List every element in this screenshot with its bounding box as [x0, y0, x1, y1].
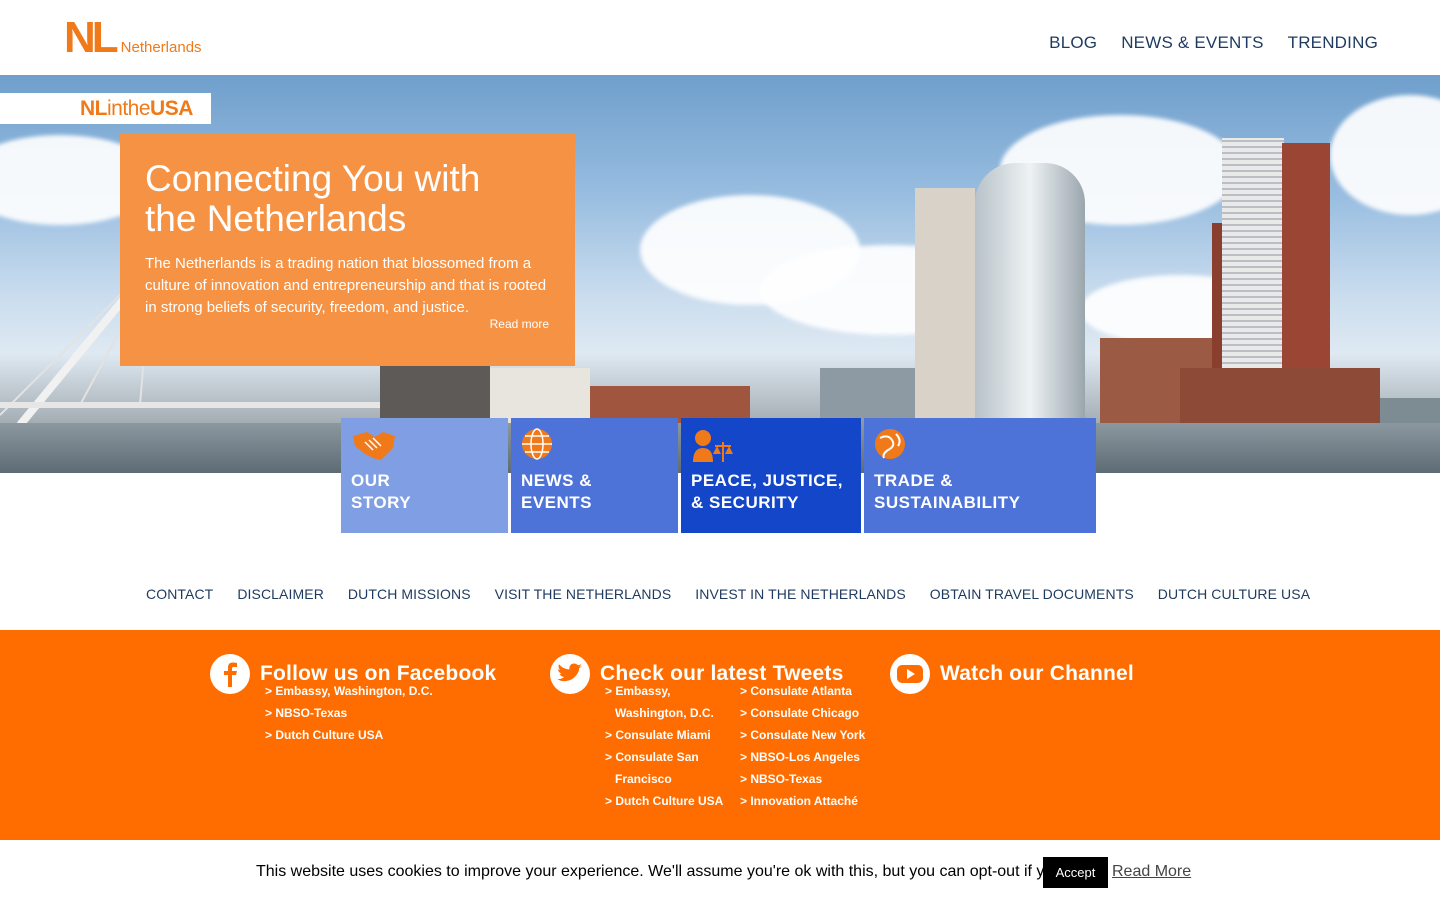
nav-news-events[interactable]: NEWS & EVENTS [1121, 33, 1263, 53]
twitter-icon[interactable] [550, 654, 590, 694]
globe-icon [522, 428, 552, 460]
tile-trade-sustainability[interactable]: TRADE & SUSTAINABILITY [864, 418, 1096, 533]
justice-icon [693, 430, 733, 462]
tile-our-story[interactable]: OUR STORY [341, 418, 508, 533]
footer-link-invest[interactable]: INVEST IN THE NETHERLANDS [695, 586, 905, 602]
badge-nl: NL [80, 97, 108, 120]
footer-link-visit[interactable]: VISIT THE NETHERLANDS [495, 586, 672, 602]
tile-label: OUR STORY [351, 471, 412, 512]
nl-in-the-usa-badge: NLintheUSA [0, 93, 211, 124]
hero-banner: NLintheUSA Connecting You with the Nethe… [0, 75, 1440, 473]
category-tiles: OUR STORY NEWS & EVENTS PEACE, JUSTICE, … [341, 418, 1096, 533]
logo-mark: NL [64, 13, 119, 62]
trade-globe-icon [875, 429, 905, 459]
twitter-link-innovation[interactable]: > Innovation Attaché [740, 790, 865, 812]
logo-text: Netherlands [120, 39, 202, 56]
youtube-column: Watch our Channel [890, 654, 1134, 694]
hero-body: The Netherlands is a trading nation that… [145, 255, 547, 316]
footer-link-disclaimer[interactable]: DISCLAIMER [237, 586, 324, 602]
twitter-link-chicago[interactable]: > Consulate Chicago [740, 702, 865, 724]
tile-label: PEACE, JUSTICE, & SECURITY [691, 471, 844, 512]
building [1180, 368, 1380, 428]
twitter-link-san-francisco-cont[interactable]: Francisco [605, 768, 723, 790]
footer-link-contact[interactable]: CONTACT [146, 586, 213, 602]
facebook-link-embassy[interactable]: > Embassy, Washington, D.C. [265, 680, 433, 702]
tile-peace-justice-security[interactable]: PEACE, JUSTICE, & SECURITY [681, 418, 861, 533]
twitter-link-nbso-texas[interactable]: > NBSO-Texas [740, 768, 865, 790]
nav-trending[interactable]: TRENDING [1288, 33, 1378, 53]
read-more-link[interactable]: Read more [490, 317, 549, 331]
hero-title: Connecting You with the Netherlands [145, 158, 481, 239]
twitter-link-embassy[interactable]: > Embassy, [605, 680, 723, 702]
twitter-link-nbso-la[interactable]: > NBSO-Los Angeles [740, 746, 865, 768]
tile-news-events[interactable]: NEWS & EVENTS [511, 418, 678, 533]
twitter-links-col2: > Consulate Atlanta > Consulate Chicago … [740, 680, 865, 812]
tower [915, 188, 975, 428]
facebook-icon[interactable] [210, 654, 250, 694]
facebook-links: > Embassy, Washington, D.C. > NBSO-Texas… [265, 680, 433, 746]
youtube-icon[interactable] [890, 654, 930, 694]
footer-links: CONTACT DISCLAIMER DUTCH MISSIONS VISIT … [146, 586, 1310, 602]
footer-link-dutch-culture[interactable]: DUTCH CULTURE USA [1158, 586, 1310, 602]
footer-link-dutch-missions[interactable]: DUTCH MISSIONS [348, 586, 471, 602]
cookie-bar: This website uses cookies to improve you… [0, 840, 1440, 900]
cookie-read-more-link[interactable]: Read More [1112, 863, 1191, 881]
top-nav: BLOG NEWS & EVENTS TRENDING [1049, 33, 1378, 53]
twitter-link-atlanta[interactable]: > Consulate Atlanta [740, 680, 865, 702]
tile-label: TRADE & SUSTAINABILITY [874, 471, 1021, 512]
facebook-link-nbso-texas[interactable]: > NBSO-Texas [265, 702, 433, 724]
twitter-link-embassy-cont[interactable]: Washington, D.C. [605, 702, 723, 724]
site-header: NL Netherlands BLOG NEWS & EVENTS TRENDI… [0, 0, 1440, 75]
cookie-accept-button[interactable]: Accept [1043, 857, 1108, 888]
twitter-links-col1: > Embassy, Washington, D.C. > Consulate … [605, 680, 723, 812]
footer-link-travel-documents[interactable]: OBTAIN TRAVEL DOCUMENTS [930, 586, 1134, 602]
twitter-link-san-francisco[interactable]: > Consulate San [605, 746, 723, 768]
twitter-link-miami[interactable]: > Consulate Miami [605, 724, 723, 746]
youtube-title: Watch our Channel [940, 662, 1134, 685]
badge-usa: USA [150, 97, 193, 120]
facebook-link-dutch-culture[interactable]: > Dutch Culture USA [265, 724, 433, 746]
cookie-text: This website uses cookies to improve you… [256, 863, 1104, 880]
twitter-link-dutch-culture[interactable]: > Dutch Culture USA [605, 790, 723, 812]
badge-inthe: inthe [107, 97, 151, 120]
cloud-shape [1330, 95, 1440, 215]
handshake-icon [353, 432, 395, 460]
twitter-link-new-york[interactable]: > Consulate New York [740, 724, 865, 746]
netherlands-logo[interactable]: NL Netherlands [64, 13, 202, 62]
tile-label: NEWS & EVENTS [521, 471, 593, 512]
nav-blog[interactable]: BLOG [1049, 33, 1097, 53]
intro-panel: Connecting You with the Netherlands The … [120, 133, 575, 366]
tower [975, 163, 1085, 428]
